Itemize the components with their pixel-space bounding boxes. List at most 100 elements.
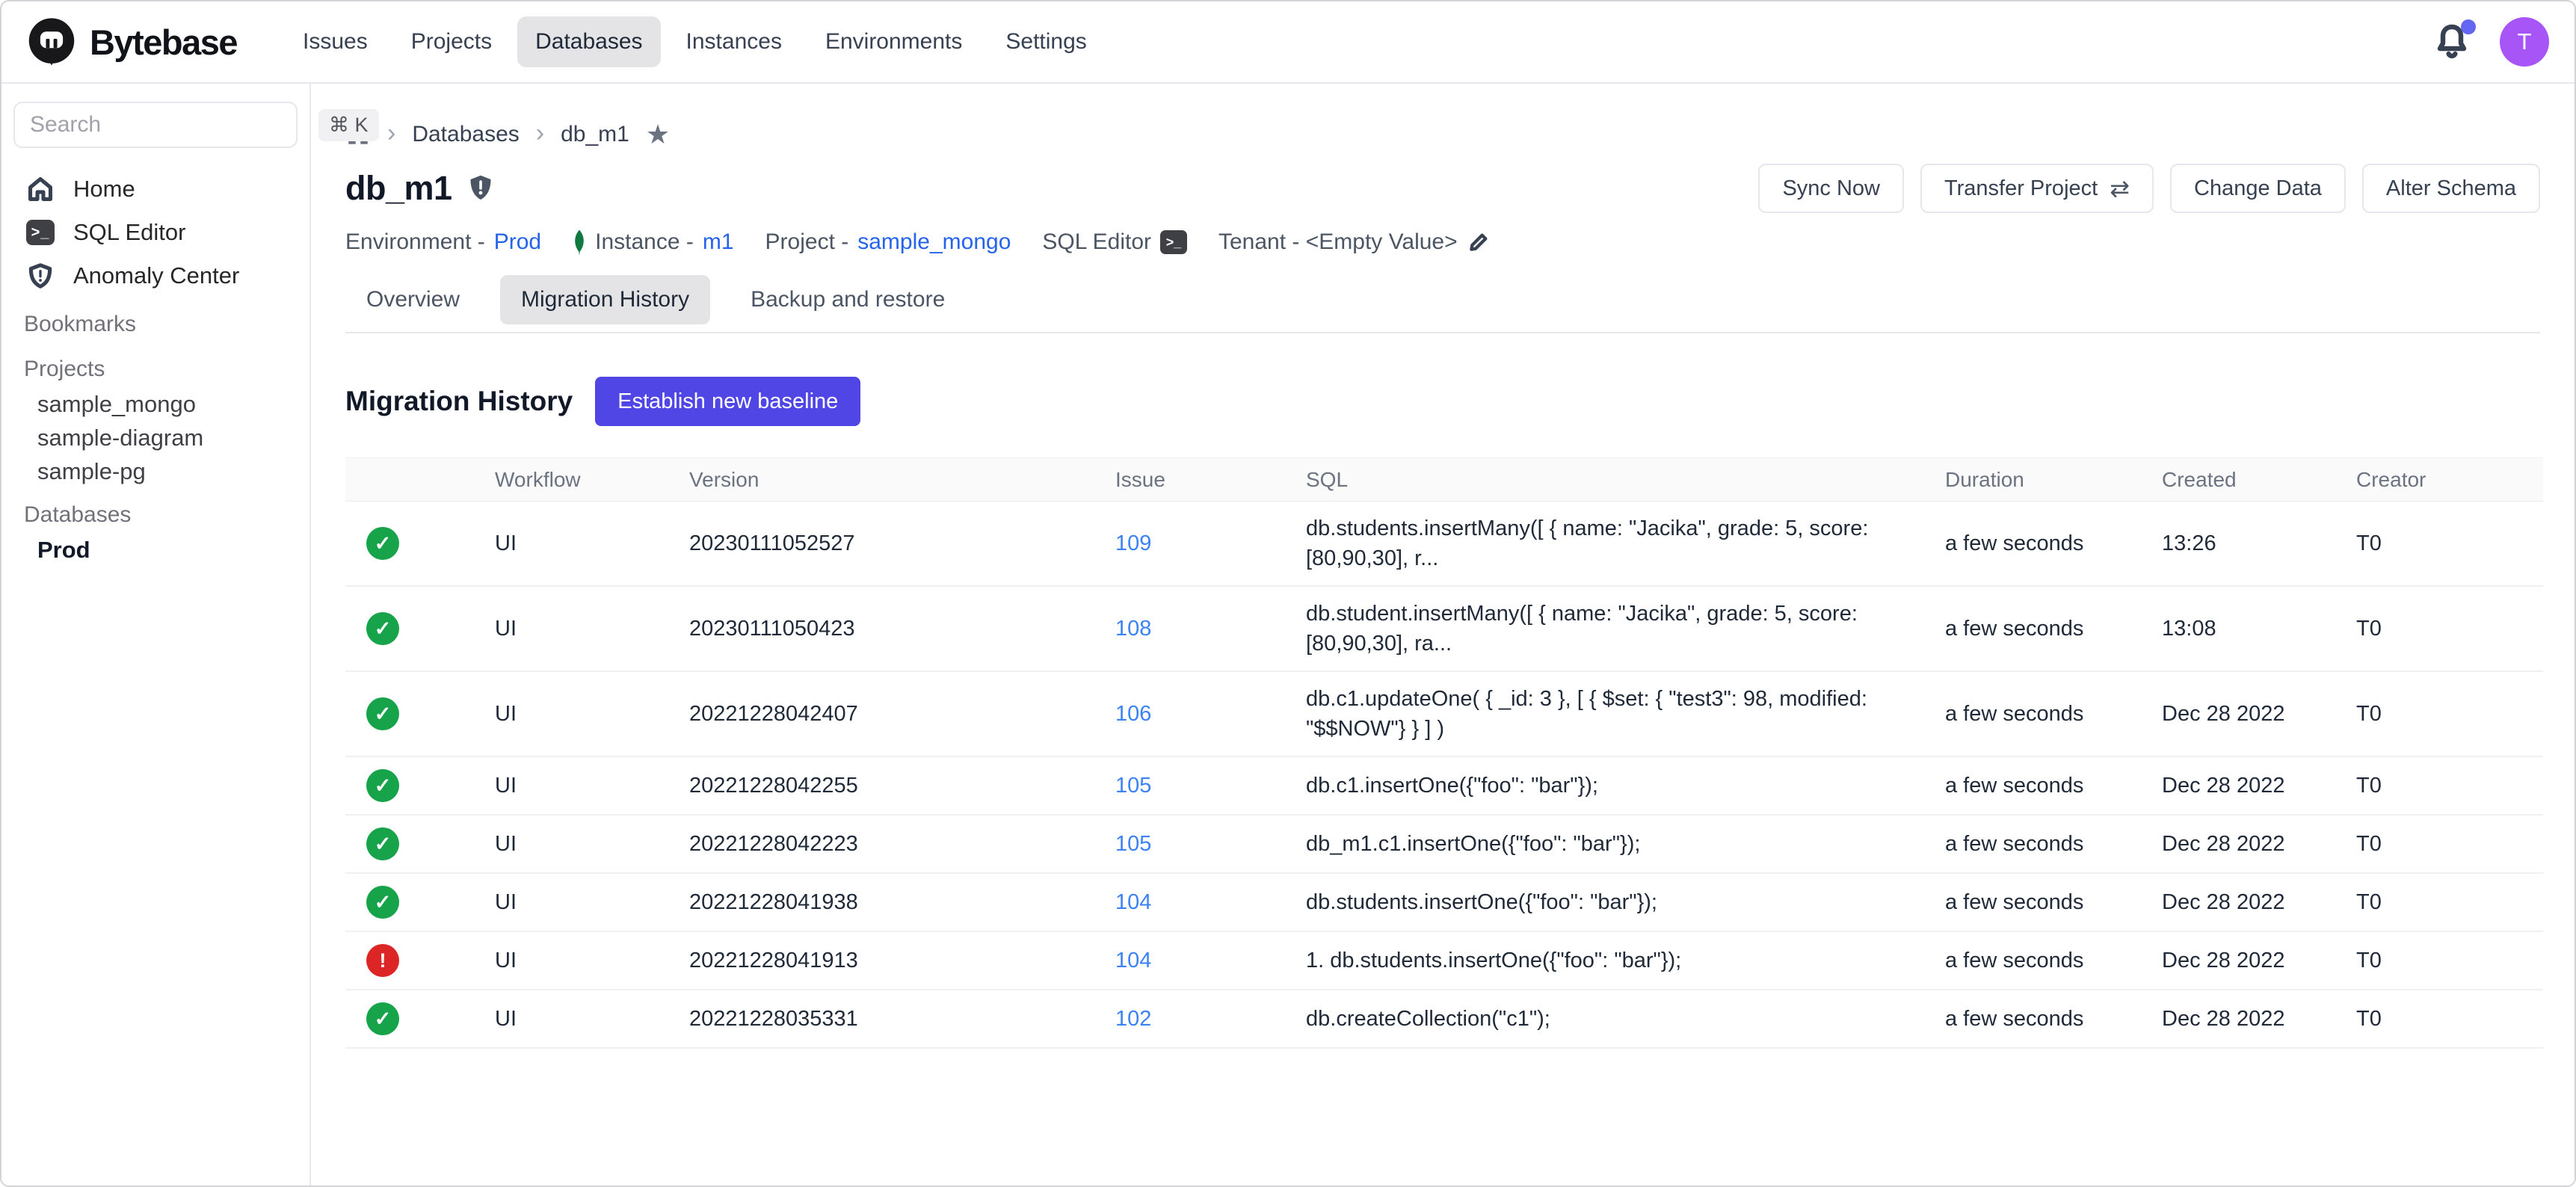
- brand-name: Bytebase: [90, 22, 237, 63]
- notifications-button[interactable]: [2434, 22, 2470, 61]
- status-cell: ✓: [345, 873, 495, 931]
- tab-migration-history[interactable]: Migration History: [500, 275, 710, 324]
- version-cell: 20230111052527: [689, 502, 1115, 587]
- issue-link[interactable]: 102: [1115, 1007, 1151, 1031]
- project-label: Project -: [765, 229, 849, 255]
- project-link[interactable]: sample_mongo: [857, 229, 1011, 255]
- alter-schema-button[interactable]: Alter Schema: [2362, 164, 2540, 213]
- sidebar-project-sample-mongo[interactable]: sample_mongo: [1, 387, 309, 421]
- nav-environments[interactable]: Environments: [807, 16, 980, 67]
- meta-sql-editor[interactable]: SQL Editor >_: [1042, 229, 1187, 255]
- user-avatar[interactable]: T: [2500, 17, 2549, 67]
- tab-overview[interactable]: Overview: [345, 275, 481, 324]
- issue-link[interactable]: 105: [1115, 832, 1151, 856]
- pencil-edit-icon[interactable]: [1467, 230, 1491, 254]
- page-header: db_m1 Sync Now Transfer Project ⇄ Cha: [345, 161, 2540, 215]
- status-cell: ✓: [345, 756, 495, 815]
- issue-link[interactable]: 104: [1115, 890, 1151, 914]
- shield-alert-icon: [25, 261, 55, 291]
- nav-instances[interactable]: Instances: [668, 16, 800, 67]
- top-navbar: Bytebase Issues Projects Databases Insta…: [1, 1, 2575, 84]
- issue-link[interactable]: 106: [1115, 702, 1151, 726]
- sidebar-item-label: SQL Editor: [73, 219, 185, 246]
- nav-settings[interactable]: Settings: [987, 16, 1104, 67]
- search-input[interactable]: [30, 112, 318, 138]
- col-sql: SQL: [1306, 458, 1945, 502]
- status-icon: ✓: [366, 612, 399, 645]
- creator-cell: T0: [2356, 756, 2543, 815]
- instance-link[interactable]: m1: [703, 229, 734, 255]
- breadcrumb-separator: ›: [536, 120, 544, 149]
- sidebar-project-sample-diagram[interactable]: sample-diagram: [1, 421, 309, 454]
- sidebar-item-home[interactable]: Home: [1, 167, 309, 211]
- duration-cell: a few seconds: [1945, 502, 2162, 587]
- creator-cell: T0: [2356, 990, 2543, 1048]
- environment-link[interactable]: Prod: [494, 229, 541, 255]
- status-icon: ✓: [366, 769, 399, 802]
- col-creator: Creator: [2356, 458, 2543, 502]
- issue-link[interactable]: 104: [1115, 949, 1151, 972]
- created-cell: 13:08: [2162, 586, 2356, 671]
- main-nav: Issues Projects Databases Instances Envi…: [285, 16, 1105, 67]
- version-cell: 20221228035331: [689, 990, 1115, 1048]
- terminal-icon: >_: [25, 218, 55, 247]
- created-cell: Dec 28 2022: [2162, 873, 2356, 931]
- page-actions: Sync Now Transfer Project ⇄ Change Data …: [1758, 164, 2540, 213]
- issue-link[interactable]: 105: [1115, 774, 1151, 798]
- transfer-project-button[interactable]: Transfer Project ⇄: [1920, 164, 2154, 213]
- search-box[interactable]: ⌘ K: [13, 102, 298, 148]
- status-cell: ✓: [345, 502, 495, 587]
- creator-cell: T0: [2356, 586, 2543, 671]
- sidebar-project-sample-pg[interactable]: sample-pg: [1, 454, 309, 488]
- transfer-arrows-icon: ⇄: [2110, 174, 2130, 203]
- nav-projects[interactable]: Projects: [393, 16, 510, 67]
- bytebase-logo[interactable]: Bytebase: [27, 17, 237, 67]
- sql-cell: db_m1.c1.insertOne({"foo": "bar"});: [1306, 815, 1945, 873]
- status-cell: ✓: [345, 990, 495, 1048]
- sync-now-label: Sync Now: [1782, 176, 1880, 201]
- issue-cell: 105: [1115, 756, 1306, 815]
- breadcrumb-current: db_m1: [561, 122, 629, 147]
- sidebar-section-projects: Projects: [1, 351, 309, 387]
- creator-cell: T0: [2356, 815, 2543, 873]
- database-tabs: Overview Migration History Backup and re…: [345, 275, 2540, 333]
- status-icon: !: [366, 944, 399, 977]
- migration-table-body: ✓ UI 20230111052527 109 db.students.inse…: [345, 502, 2543, 1049]
- database-meta-row: Environment - Prod Instance - m1 Project…: [345, 226, 2540, 259]
- status-icon: ✓: [366, 527, 399, 560]
- created-cell: Dec 28 2022: [2162, 756, 2356, 815]
- version-cell: 20230111050423: [689, 586, 1115, 671]
- sidebar-item-sql-editor[interactable]: >_ SQL Editor: [1, 211, 309, 254]
- sql-cell: db.createCollection("c1");: [1306, 990, 1945, 1048]
- workflow-cell: UI: [495, 990, 689, 1048]
- establish-baseline-button[interactable]: Establish new baseline: [595, 377, 860, 426]
- sidebar-item-anomaly-center[interactable]: Anomaly Center: [1, 254, 309, 297]
- nav-issues[interactable]: Issues: [285, 16, 386, 67]
- environment-label: Environment -: [345, 229, 485, 255]
- terminal-icon: >_: [1160, 230, 1187, 254]
- status-icon: ✓: [366, 697, 399, 730]
- issue-cell: 104: [1115, 931, 1306, 990]
- sidebar-database-prod[interactable]: Prod: [1, 533, 309, 567]
- sync-now-button[interactable]: Sync Now: [1758, 164, 1904, 213]
- col-version: Version: [689, 458, 1115, 502]
- sidebar-item-label: Anomaly Center: [73, 262, 239, 289]
- breadcrumb: › Databases › db_m1 ★: [345, 114, 2540, 155]
- issue-link[interactable]: 109: [1115, 531, 1151, 555]
- bookmark-star-icon[interactable]: ★: [646, 119, 670, 150]
- change-data-button[interactable]: Change Data: [2170, 164, 2346, 213]
- sql-cell: 1. db.students.insertOne({"foo": "bar"})…: [1306, 931, 1945, 990]
- workflow-cell: UI: [495, 756, 689, 815]
- workflow-cell: UI: [495, 586, 689, 671]
- version-cell: 20221228042407: [689, 671, 1115, 756]
- tab-backup-restore[interactable]: Backup and restore: [730, 275, 966, 324]
- issue-link[interactable]: 108: [1115, 617, 1151, 641]
- nav-databases[interactable]: Databases: [517, 16, 660, 67]
- migration-history-title: Migration History: [345, 386, 573, 417]
- status-cell: ✓: [345, 586, 495, 671]
- version-cell: 20221228041938: [689, 873, 1115, 931]
- sidebar: ⌘ K Home >_ SQL Editor: [1, 84, 311, 1186]
- col-duration: Duration: [1945, 458, 2162, 502]
- status-icon: ✓: [366, 886, 399, 919]
- breadcrumb-databases[interactable]: Databases: [412, 122, 519, 147]
